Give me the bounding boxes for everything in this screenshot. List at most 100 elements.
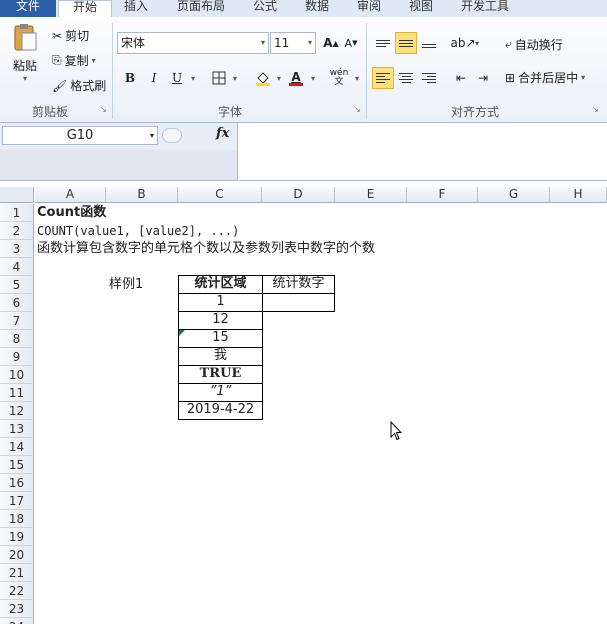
paste-dropdown-icon[interactable]: ▾ bbox=[23, 74, 27, 83]
cell-C5[interactable]: 统计区域 bbox=[178, 275, 263, 294]
tab-formulas[interactable]: 公式 bbox=[253, 0, 277, 17]
column-header-e[interactable]: E bbox=[335, 187, 407, 203]
align-left-icon[interactable] bbox=[372, 67, 394, 89]
row-header-24[interactable]: 24 bbox=[0, 618, 34, 624]
column-header-d[interactable]: D bbox=[262, 187, 335, 203]
row-header-6[interactable]: 6 bbox=[0, 294, 34, 312]
merge-dropdown-icon[interactable]: ▾ bbox=[581, 73, 585, 82]
font-color-dropdown-icon[interactable]: ▾ bbox=[311, 74, 315, 83]
shrink-font-icon[interactable]: A ▼ bbox=[340, 32, 362, 54]
copy-button[interactable]: ⎘ 复制 ▾ bbox=[52, 52, 96, 69]
row-header-13[interactable]: 13 bbox=[0, 420, 34, 438]
underline-button[interactable]: U bbox=[166, 67, 188, 89]
column-header-g[interactable]: G bbox=[478, 187, 550, 203]
formula-input[interactable] bbox=[239, 123, 607, 181]
cell-C6[interactable]: 1 bbox=[178, 293, 263, 312]
tab-data[interactable]: 数据 bbox=[305, 0, 329, 17]
formula-bar-splitter[interactable] bbox=[162, 128, 182, 143]
cell-C10[interactable]: TRUE bbox=[178, 365, 263, 384]
borders-dropdown-icon[interactable]: ▾ bbox=[233, 74, 237, 83]
increase-indent-icon[interactable]: ⇥ bbox=[472, 67, 494, 89]
tab-developer[interactable]: 开发工具 bbox=[461, 0, 509, 17]
row-header-22[interactable]: 22 bbox=[0, 582, 34, 600]
clipboard-launcher-icon[interactable]: ↘ bbox=[100, 105, 107, 114]
decrease-indent-icon[interactable]: ⇤ bbox=[450, 67, 472, 89]
tab-review[interactable]: 审阅 bbox=[357, 0, 381, 17]
cell-C8[interactable]: 15 bbox=[178, 329, 263, 348]
row-header-3[interactable]: 3 bbox=[0, 240, 34, 258]
chevron-down-icon[interactable]: ▾ bbox=[150, 127, 154, 144]
row-header-18[interactable]: 18 bbox=[0, 510, 34, 528]
row-header-20[interactable]: 20 bbox=[0, 546, 34, 564]
font-size-combo[interactable]: 11 ▾ bbox=[270, 32, 316, 54]
fill-color-icon[interactable] bbox=[252, 67, 274, 89]
select-all-corner[interactable] bbox=[0, 187, 34, 203]
format-painter-button[interactable]: 🖌 格式刷 bbox=[52, 77, 106, 94]
font-launcher-icon[interactable]: ↘ bbox=[354, 105, 361, 114]
merge-center-button[interactable]: ⊞ 合并后居中 ▾ bbox=[505, 69, 585, 86]
cell-C9[interactable]: 我 bbox=[178, 347, 263, 366]
cell-C11[interactable]: ”1” bbox=[178, 383, 263, 402]
cell-C7[interactable]: 12 bbox=[178, 311, 263, 330]
name-box[interactable]: G10 ▾ bbox=[2, 126, 158, 145]
column-header-h[interactable]: H bbox=[550, 187, 607, 203]
orientation-icon[interactable]: ab↗ bbox=[450, 32, 475, 54]
column-header-a[interactable]: A bbox=[35, 187, 106, 203]
wrap-text-button[interactable]: ⤶ 自动换行 bbox=[505, 36, 563, 53]
cell-B5[interactable]: 样例1 bbox=[109, 276, 143, 294]
underline-dropdown-icon[interactable]: ▾ bbox=[191, 74, 195, 83]
font-name-combo[interactable]: 宋体 ▾ bbox=[117, 32, 269, 54]
paste-button[interactable]: 粘贴 ▾ bbox=[8, 23, 42, 83]
font-color-icon[interactable]: A bbox=[285, 67, 307, 89]
row-header-5[interactable]: 5 bbox=[0, 276, 34, 294]
align-middle-icon[interactable] bbox=[395, 32, 417, 54]
tab-page-layout[interactable]: 页面布局 bbox=[177, 0, 225, 17]
column-header-b[interactable]: B bbox=[106, 187, 178, 203]
align-top-icon[interactable] bbox=[372, 32, 394, 54]
tab-file[interactable]: 文件 bbox=[0, 0, 56, 17]
align-center-icon[interactable] bbox=[395, 67, 417, 89]
orientation-dropdown-icon[interactable]: ▾ bbox=[475, 39, 479, 48]
row-header-7[interactable]: 7 bbox=[0, 312, 34, 330]
align-bottom-icon[interactable] bbox=[418, 32, 440, 54]
row-header-14[interactable]: 14 bbox=[0, 438, 34, 456]
row-header-15[interactable]: 15 bbox=[0, 456, 34, 474]
grow-font-icon[interactable]: A ▲ bbox=[320, 32, 342, 54]
row-header-9[interactable]: 9 bbox=[0, 348, 34, 366]
row-header-1[interactable]: 1 bbox=[0, 204, 34, 222]
row-header-23[interactable]: 23 bbox=[0, 600, 34, 618]
tab-insert[interactable]: 插入 bbox=[124, 0, 148, 17]
cell-D5[interactable]: 统计数字 bbox=[262, 275, 335, 294]
phonetic-dropdown-icon[interactable]: ▾ bbox=[355, 74, 359, 83]
cell-C12[interactable]: 2019-4-22 bbox=[178, 401, 263, 420]
row-header-12[interactable]: 12 bbox=[0, 402, 34, 420]
italic-button[interactable]: I bbox=[143, 67, 165, 89]
row-header-21[interactable]: 21 bbox=[0, 564, 34, 582]
tab-home[interactable]: 开始 bbox=[58, 0, 112, 17]
copy-dropdown-icon[interactable]: ▾ bbox=[92, 56, 96, 65]
row-header-11[interactable]: 11 bbox=[0, 384, 34, 402]
cell-A1[interactable]: Count函数 bbox=[37, 204, 106, 222]
phonetic-guide-icon[interactable]: wén 文 bbox=[328, 67, 350, 89]
row-header-8[interactable]: 8 bbox=[0, 330, 34, 348]
align-right-icon[interactable] bbox=[418, 67, 440, 89]
alignment-launcher-icon[interactable]: ↘ bbox=[592, 105, 599, 114]
row-header-2[interactable]: 2 bbox=[0, 222, 34, 240]
cell-A2[interactable]: COUNT(value1, [value2], ...) bbox=[37, 222, 239, 240]
column-header-c[interactable]: C bbox=[178, 187, 262, 203]
row-header-10[interactable]: 10 bbox=[0, 366, 34, 384]
row-header-16[interactable]: 16 bbox=[0, 474, 34, 492]
borders-icon[interactable] bbox=[208, 67, 230, 89]
insert-function-icon[interactable]: fx bbox=[216, 126, 229, 141]
column-header-f[interactable]: F bbox=[407, 187, 478, 203]
cell-D6[interactable] bbox=[262, 293, 335, 312]
row-header-4[interactable]: 4 bbox=[0, 258, 34, 276]
bold-button[interactable]: B bbox=[119, 67, 141, 89]
tab-view[interactable]: 视图 bbox=[409, 0, 433, 17]
row-header-19[interactable]: 19 bbox=[0, 528, 34, 546]
cell-A3[interactable]: 函数计算包含数字的单元格个数以及参数列表中数字的个数 bbox=[37, 240, 375, 258]
worksheet-grid[interactable]: ABCDEFGH 1 2 3 4 5 6 7 8 9 10 11 12 13 14 15 16 17 18 19 20… bbox=[0, 187, 607, 624]
fill-color-dropdown-icon[interactable]: ▾ bbox=[277, 74, 281, 83]
cut-button[interactable]: ✂ 剪切 bbox=[52, 27, 89, 44]
row-header-17[interactable]: 17 bbox=[0, 492, 34, 510]
